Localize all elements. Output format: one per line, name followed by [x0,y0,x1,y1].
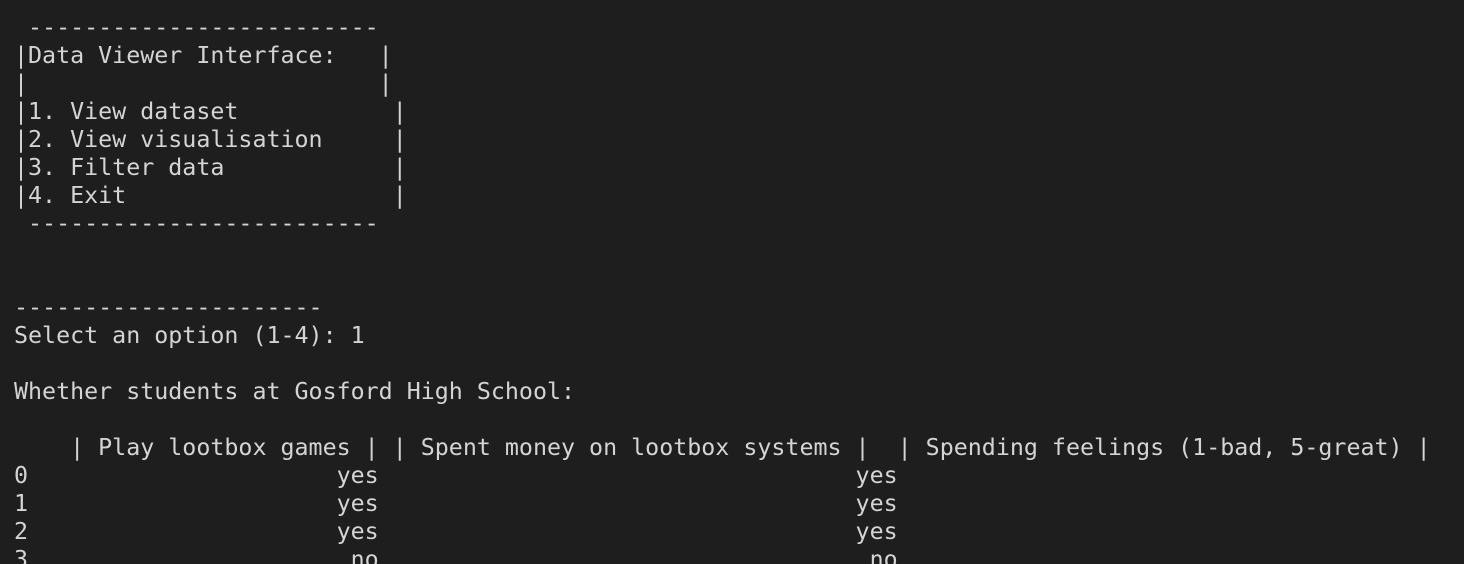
table-header-row: | Play lootbox games | | Spent money on … [14,434,1431,461]
terminal-window[interactable]: ------------------------- |Data Viewer I… [0,0,1464,564]
table-row: 1 yes yes 5.0 [14,490,1464,517]
menu-option-view-visualisation: |2. View visualisation | [14,126,407,153]
menu-option-exit: |4. Exit | [14,182,407,209]
menu-top-border: ------------------------- [14,14,379,41]
table-row: 0 yes yes 3.0 [14,462,1464,489]
menu-bottom-border: ------------------------- [14,210,379,237]
option-prompt: Select an option (1-4): 1 [14,322,365,349]
menu-blank-row: | | [14,70,393,97]
menu-title: |Data Viewer Interface: | [14,42,393,69]
menu-option-filter-data: |3. Filter data | [14,154,407,181]
menu-option-view-dataset: |1. View dataset | [14,98,407,125]
table-row: 2 yes yes 4.0 [14,518,1464,545]
table-row: 3 no no 1.0 [14,546,1464,564]
prompt-separator: ---------------------- [14,294,323,321]
dataset-caption: Whether students at Gosford High School: [14,378,576,405]
